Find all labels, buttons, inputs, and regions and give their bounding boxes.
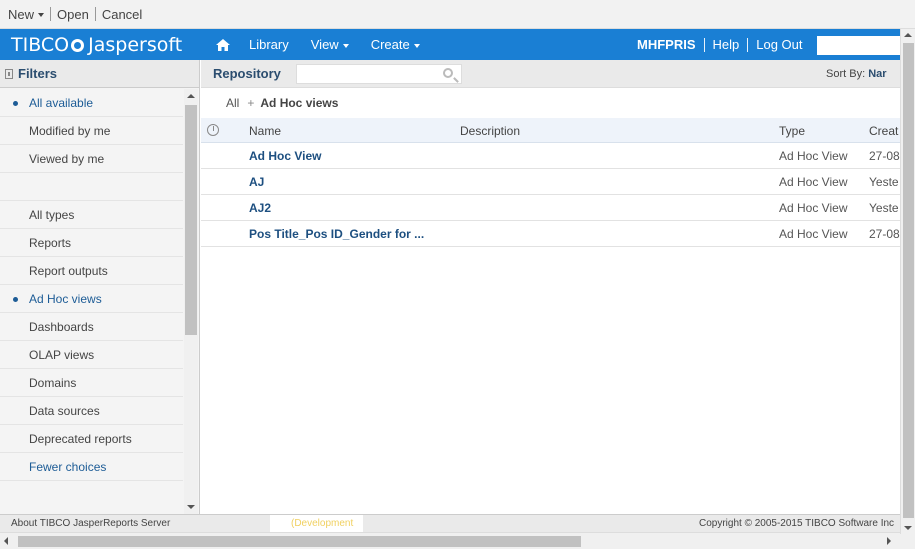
scroll-left-icon[interactable] [4,537,8,545]
row-name[interactable]: Pos Title_Pos ID_Gender for ... [249,227,424,241]
help-link[interactable]: Help [713,37,740,52]
global-search-input[interactable] [817,36,900,55]
row-type: Ad Hoc View [779,201,848,215]
filters-header[interactable]: Filters [0,60,199,88]
row-name[interactable]: Ad Hoc View [249,149,321,163]
breadcrumb-current: Ad Hoc views [260,96,339,110]
column-type[interactable]: Type [779,124,805,138]
repository-search-input[interactable] [296,63,462,84]
scroll-up-icon[interactable] [187,94,195,98]
scroll-down-icon[interactable] [187,505,195,509]
main-nav: Library View Create [205,37,442,52]
filters-scrollbar[interactable] [184,89,198,514]
table-row[interactable]: AJ Ad Hoc View Yeste [201,169,900,195]
about-link[interactable]: About TIBCO JasperReports Server [11,518,170,529]
scroll-down-icon[interactable] [904,526,912,530]
column-description[interactable]: Description [460,124,520,138]
nav-library[interactable]: Library [249,37,289,52]
window-vertical-scrollbar[interactable] [900,29,915,534]
logo-tibco: TIBCO [11,33,70,56]
divider [703,37,705,52]
fewer-choices-link[interactable]: Fewer choices [0,453,183,481]
filter-data-sources[interactable]: Data sources [0,397,183,425]
filter-dashboards[interactable]: Dashboards [0,313,183,341]
scrollbar-thumb[interactable] [185,105,197,335]
table-row[interactable]: Pos Title_Pos ID_Gender for ... Ad Hoc V… [201,221,900,247]
table-row[interactable]: Ad Hoc View Ad Hoc View 27-08 [201,143,900,169]
row-created: 27-08 [869,149,900,163]
column-created[interactable]: Creat [869,124,898,138]
filter-separator [0,173,183,201]
home-icon[interactable] [215,38,231,52]
search-icon[interactable] [443,67,453,78]
app-header: TIBCO Jaspersoft Library View Create MHFP… [0,29,900,60]
row-created: Yeste [869,175,899,189]
logout-link[interactable]: Log Out [756,37,802,52]
row-name[interactable]: AJ [249,175,264,189]
filter-all-types[interactable]: All types [0,201,183,229]
new-button[interactable]: New [8,7,50,22]
scrollbar-thumb[interactable] [903,43,914,518]
footer: About TIBCO JasperReports Server (Develo… [0,514,900,532]
nav-view[interactable]: View [311,37,349,52]
column-name[interactable]: Name [249,124,281,138]
filter-domains[interactable]: Domains [0,369,183,397]
results-table: Name Description Type Creat Ad Hoc View … [201,118,900,247]
open-button[interactable]: Open [51,7,95,22]
scroll-right-icon[interactable] [887,537,891,545]
repository-title: Repository [213,66,281,81]
table-header: Name Description Type Creat [201,118,900,143]
filter-reports[interactable]: Reports [0,229,183,257]
scrollbar-corner [900,534,915,549]
filter-deprecated-reports[interactable]: Deprecated reports [0,425,183,453]
row-name[interactable]: AJ2 [249,201,271,215]
sort-by-value: Nar [868,68,887,80]
copyright: Copyright © 2005-2015 TIBCO Software Inc [699,518,895,529]
repository-toolbar: Repository Sort By: Nar [201,60,900,88]
scrollbar-thumb[interactable] [18,536,581,547]
filter-viewed-by-me[interactable]: Viewed by me [0,145,183,173]
row-type: Ad Hoc View [779,149,848,163]
user-name: MHFPRIS [637,37,696,52]
sort-by-label: Sort By: [826,68,866,80]
table-row[interactable]: AJ2 Ad Hoc View Yeste [201,195,900,221]
row-type: Ad Hoc View [779,227,848,241]
filter-ad-hoc-views[interactable]: Ad Hoc views [0,285,183,313]
cancel-button[interactable]: Cancel [96,7,148,22]
row-created: 27-08 [869,227,900,241]
filters-title: Filters [18,66,58,81]
divider [747,37,749,52]
breadcrumb-root[interactable]: All [226,96,239,110]
clock-icon[interactable] [207,124,219,136]
logo[interactable]: TIBCO Jaspersoft [0,34,205,56]
header-user-links: MHFPRIS Help Log Out [637,29,803,60]
command-bar: New Open Cancel [0,0,915,29]
filters-panel: Filters All available Modified by me Vie… [0,60,200,514]
window-horizontal-scrollbar[interactable] [0,532,900,549]
plus-icon: + [247,96,255,110]
nav-create[interactable]: Create [371,37,420,52]
collapse-panel-icon[interactable] [5,68,13,79]
logo-product: Jaspersoft [88,33,183,56]
filter-report-outputs[interactable]: Report outputs [0,257,183,285]
nav-create-label: Create [370,37,410,52]
row-type: Ad Hoc View [779,175,848,189]
chevron-down-icon [413,43,420,48]
chevron-down-icon [38,13,45,18]
filter-modified-by-me[interactable]: Modified by me [0,117,183,145]
filter-olap-views[interactable]: OLAP views [0,341,183,369]
breadcrumb: All + Ad Hoc views [226,96,338,110]
tibco-ball-icon [71,39,85,52]
chevron-down-icon [342,43,349,48]
development-badge: (Development [270,515,363,532]
filter-all-available[interactable]: All available [0,89,183,117]
sort-by[interactable]: Sort By: Nar [826,68,887,80]
nav-view-label: View [310,37,339,52]
row-created: Yeste [869,201,899,215]
filters-list: All available Modified by me Viewed by m… [0,89,183,514]
new-label: New [8,6,35,22]
scroll-up-icon[interactable] [904,33,912,37]
